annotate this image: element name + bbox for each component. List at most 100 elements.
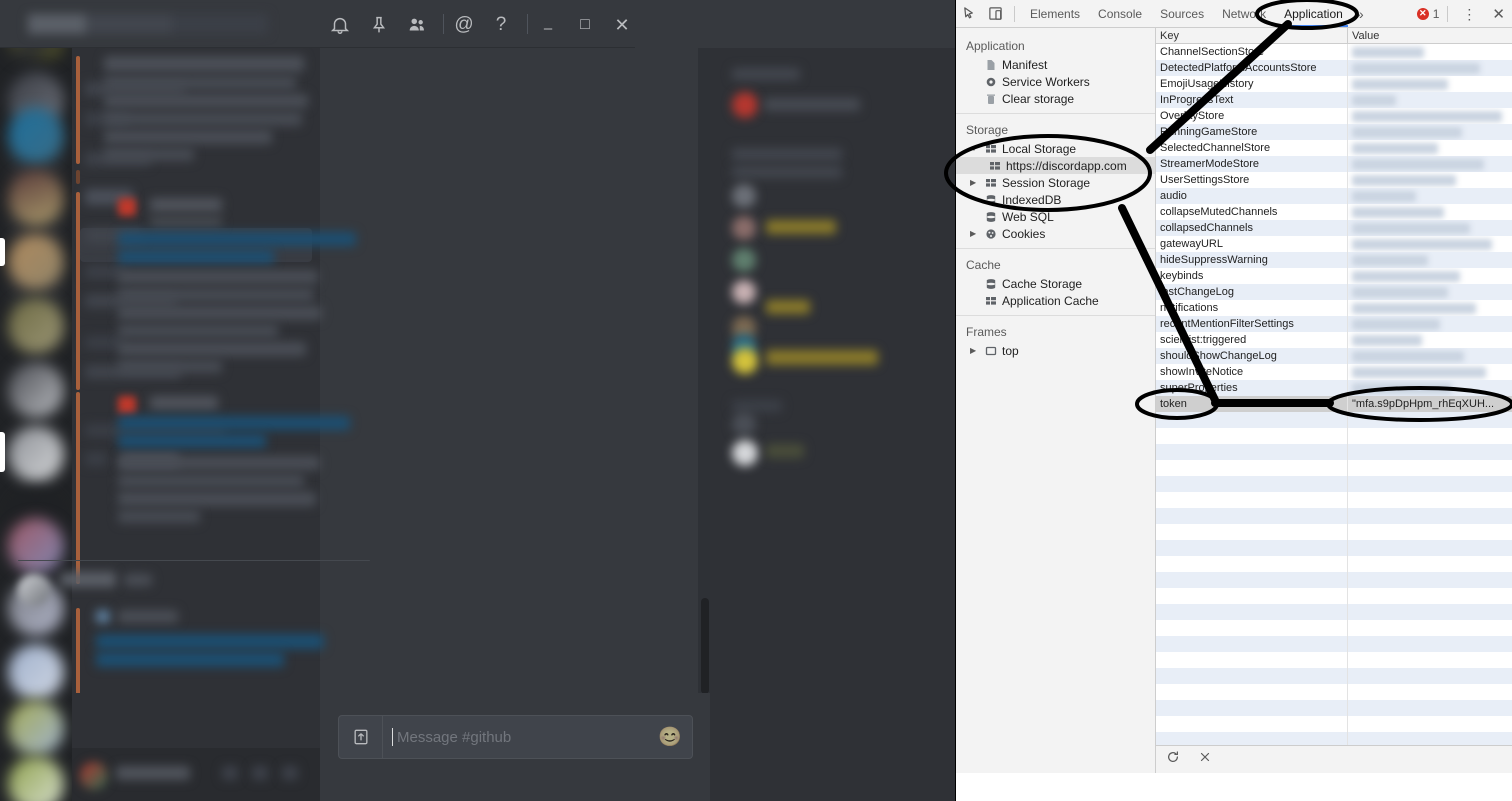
table-row[interactable]: DetectedPlatformAccountsStore bbox=[1156, 60, 1512, 76]
table-cell-value bbox=[1348, 44, 1512, 60]
table-cell-value bbox=[1348, 380, 1512, 396]
avatar[interactable] bbox=[732, 248, 756, 272]
refresh-icon[interactable] bbox=[1166, 750, 1180, 769]
more-tabs-icon[interactable]: » bbox=[1352, 6, 1368, 22]
header-divider bbox=[443, 14, 444, 34]
sidebar-item-local-storage[interactable]: ▼ Local Storage bbox=[956, 140, 1155, 157]
avatar[interactable] bbox=[732, 348, 758, 374]
deafen-icon[interactable] bbox=[282, 766, 298, 780]
sidebar-item-manifest[interactable]: Manifest bbox=[956, 56, 1155, 73]
avatar[interactable] bbox=[732, 216, 756, 240]
tree-arrow-collapsed[interactable]: ▶ bbox=[970, 178, 979, 187]
table-row[interactable]: EmojiUsageHistory bbox=[1156, 76, 1512, 92]
table-row[interactable]: audio bbox=[1156, 188, 1512, 204]
table-row[interactable]: keybinds bbox=[1156, 268, 1512, 284]
upload-icon[interactable] bbox=[339, 715, 383, 759]
table-row[interactable]: lastChangeLog bbox=[1156, 284, 1512, 300]
help-icon[interactable]: ? bbox=[489, 13, 513, 37]
sidebar-item-indexeddb[interactable]: IndexedDB bbox=[956, 191, 1155, 208]
delete-icon[interactable] bbox=[1198, 750, 1212, 769]
message-link[interactable] bbox=[118, 416, 350, 430]
device-toolbar-icon[interactable] bbox=[982, 1, 1008, 27]
member-list[interactable] bbox=[710, 48, 955, 801]
sidebar-item-discordapp-origin[interactable]: https://discordapp.com bbox=[956, 157, 1155, 174]
sidebar-item-web-sql[interactable]: Web SQL bbox=[956, 208, 1155, 225]
tab-console[interactable]: Console bbox=[1089, 0, 1151, 27]
message-link[interactable] bbox=[96, 634, 324, 649]
table-row[interactable]: hideSuppressWarning bbox=[1156, 252, 1512, 268]
table-row[interactable]: collapsedChannels bbox=[1156, 220, 1512, 236]
tree-arrow-collapsed[interactable]: ▶ bbox=[970, 346, 979, 355]
mute-icon[interactable] bbox=[252, 766, 268, 780]
emoji-icon[interactable]: 😊 bbox=[658, 725, 682, 749]
tree-arrow-expanded[interactable]: ▼ bbox=[970, 144, 979, 153]
avatar[interactable] bbox=[18, 574, 50, 606]
sidebar-item-session-storage[interactable]: ▶ Session Storage bbox=[956, 174, 1155, 191]
sidebar-item-cache-storage[interactable]: Cache Storage bbox=[956, 275, 1155, 292]
message-list[interactable] bbox=[0, 48, 390, 693]
sidebar-item-clear-storage[interactable]: Clear storage bbox=[956, 90, 1155, 107]
pin-icon[interactable] bbox=[367, 13, 391, 37]
bell-icon[interactable] bbox=[328, 13, 352, 37]
table-row[interactable]: StreamerModeStore bbox=[1156, 156, 1512, 172]
table-row[interactable]: OverlayStore bbox=[1156, 108, 1512, 124]
sidebar-item-application-cache[interactable]: Application Cache bbox=[956, 292, 1155, 309]
avatar[interactable] bbox=[732, 440, 758, 466]
avatar[interactable] bbox=[118, 396, 136, 414]
avatar[interactable] bbox=[118, 198, 136, 216]
sidebar-item-service-workers[interactable]: Service Workers bbox=[956, 73, 1155, 90]
kebab-menu-icon[interactable]: ⋮ bbox=[1454, 7, 1484, 21]
table-row[interactable]: shouldShowChangeLog bbox=[1156, 348, 1512, 364]
table-row[interactable]: token "mfa.s9pDpHpm_rhEqXUH... bbox=[1156, 396, 1512, 412]
message-link[interactable] bbox=[118, 232, 356, 246]
members-icon[interactable] bbox=[405, 13, 429, 37]
table-row[interactable]: superProperties bbox=[1156, 380, 1512, 396]
sidebar-item-cookies[interactable]: ▶ Cookies bbox=[956, 225, 1155, 242]
message-link[interactable] bbox=[118, 434, 266, 448]
table-row[interactable]: RunningGameStore bbox=[1156, 124, 1512, 140]
user-panel[interactable] bbox=[72, 748, 320, 801]
message-input[interactable]: Message #github 😊 bbox=[338, 715, 693, 759]
tab-application[interactable]: Application bbox=[1275, 0, 1352, 27]
message-link[interactable] bbox=[96, 652, 284, 667]
close-devtools-icon[interactable]: ✕ bbox=[1484, 5, 1512, 23]
avatar[interactable] bbox=[80, 762, 108, 790]
avatar[interactable] bbox=[732, 92, 758, 118]
server-icon[interactable] bbox=[8, 700, 64, 756]
message-link[interactable] bbox=[118, 250, 274, 264]
local-storage-table[interactable]: Key Value ChannelSectionStore DetectedPla… bbox=[1156, 28, 1512, 773]
avatar[interactable] bbox=[732, 412, 756, 436]
tab-sources[interactable]: Sources bbox=[1151, 0, 1213, 27]
chat-scrollbar-thumb[interactable] bbox=[701, 598, 709, 694]
inspect-element-icon[interactable] bbox=[956, 1, 982, 27]
table-row[interactable]: recentMentionFilterSettings bbox=[1156, 316, 1512, 332]
table-row[interactable]: collapseMutedChannels bbox=[1156, 204, 1512, 220]
column-header-key[interactable]: Key bbox=[1156, 28, 1348, 43]
tab-network[interactable]: Network bbox=[1213, 0, 1275, 27]
minimize-icon[interactable]: – bbox=[536, 13, 560, 37]
devtools-sidebar[interactable]: Application Manifest Service Workers Cle… bbox=[956, 28, 1156, 773]
maximize-icon[interactable]: □ bbox=[573, 13, 597, 37]
close-icon[interactable]: ✕ bbox=[610, 13, 634, 37]
tree-arrow-collapsed[interactable]: ▶ bbox=[970, 229, 979, 238]
table-row[interactable]: SelectedChannelStore bbox=[1156, 140, 1512, 156]
table-row[interactable]: UserSettingsStore bbox=[1156, 172, 1512, 188]
mention-icon[interactable]: @ bbox=[452, 13, 476, 37]
user-settings-icon[interactable] bbox=[222, 766, 238, 780]
table-icon bbox=[984, 142, 997, 155]
table-row[interactable]: notifications bbox=[1156, 300, 1512, 316]
table-body[interactable]: ChannelSectionStore DetectedPlatformAccou… bbox=[1156, 44, 1512, 764]
table-row[interactable]: scientist:triggered bbox=[1156, 332, 1512, 348]
table-row[interactable]: gatewayURL bbox=[1156, 236, 1512, 252]
sidebar-item-top-frame[interactable]: ▶ top bbox=[956, 342, 1155, 359]
tab-elements[interactable]: Elements bbox=[1021, 0, 1089, 27]
error-badge[interactable]: ✕ 1 bbox=[1416, 7, 1442, 21]
avatar[interactable] bbox=[732, 184, 756, 208]
table-row[interactable]: InProgressText bbox=[1156, 92, 1512, 108]
table-row[interactable]: showInviteNotice bbox=[1156, 364, 1512, 380]
table-row[interactable]: ChannelSectionStore bbox=[1156, 44, 1512, 60]
server-icon[interactable] bbox=[8, 756, 64, 801]
column-header-value[interactable]: Value bbox=[1348, 28, 1512, 43]
avatar[interactable] bbox=[732, 280, 756, 304]
table-row-empty bbox=[1156, 716, 1512, 732]
